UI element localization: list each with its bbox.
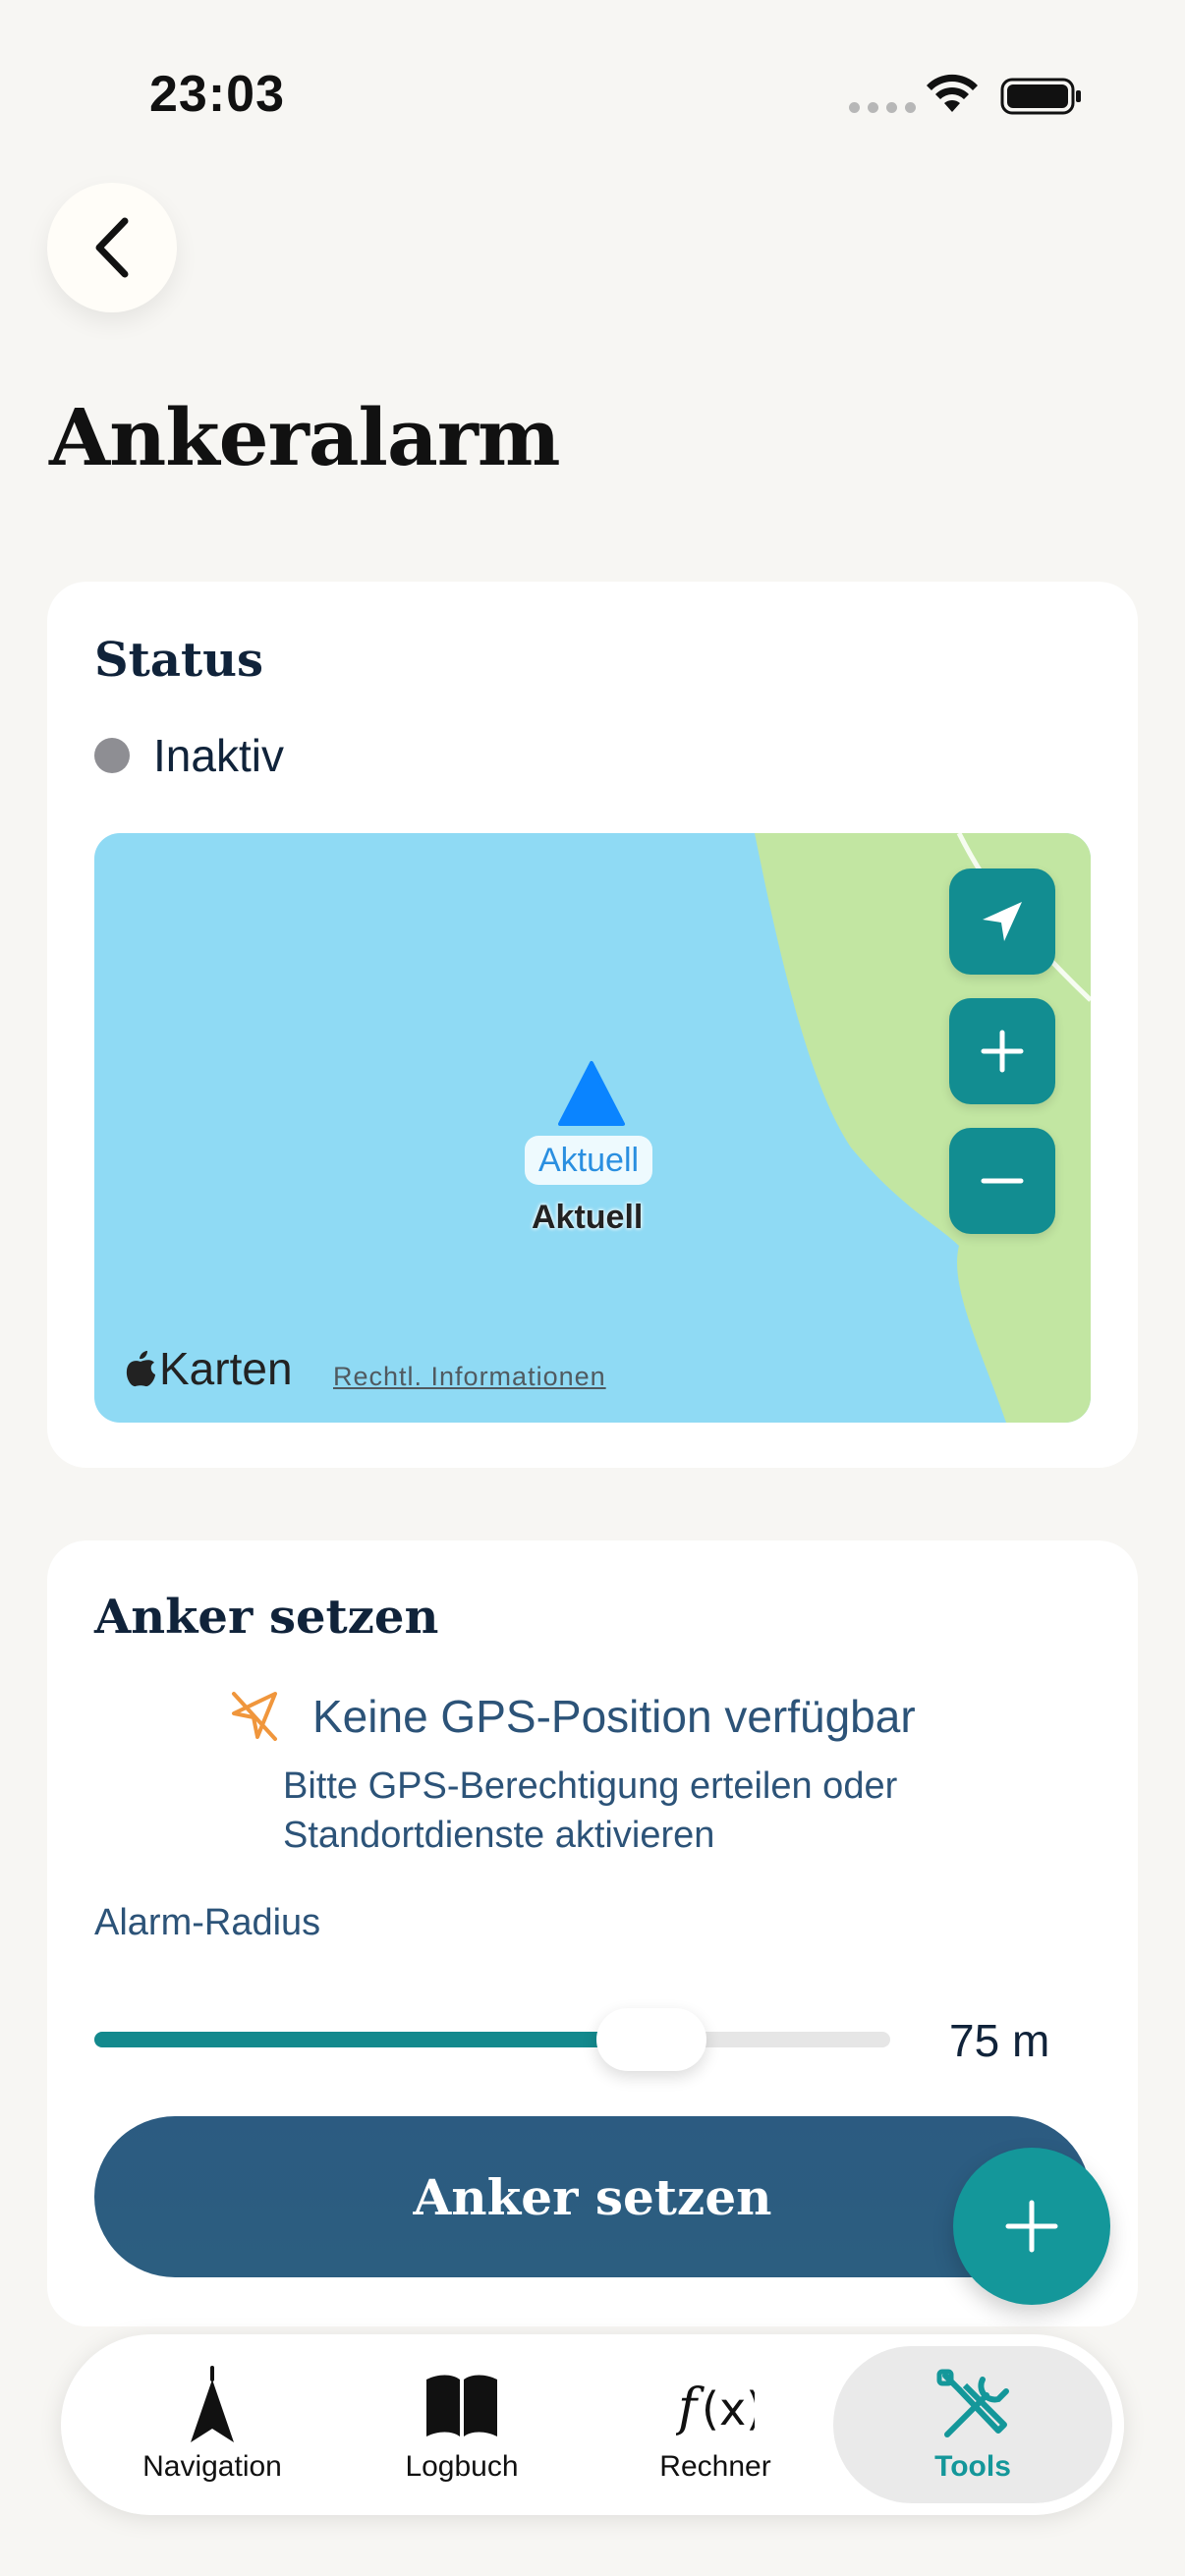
- set-anchor-button[interactable]: Anker setzen: [94, 2116, 1091, 2277]
- maps-attribution-text: Karten: [159, 1343, 293, 1394]
- navigation-arrow-icon: [191, 2366, 234, 2442]
- locate-button[interactable]: [949, 868, 1055, 975]
- tab-navigation-label: Navigation: [142, 2450, 282, 2483]
- back-button[interactable]: [47, 183, 177, 312]
- slider-fill: [94, 2032, 651, 2047]
- tab-tools[interactable]: Tools: [833, 2346, 1112, 2503]
- svg-text:(x): (x): [702, 2382, 755, 2436]
- plus-icon: [1005, 2200, 1058, 2253]
- slider-thumb[interactable]: [596, 2008, 706, 2071]
- tab-calculator-label: Rechner: [659, 2450, 771, 2483]
- page-title: Ankeralarm: [49, 391, 561, 483]
- add-button[interactable]: [953, 2148, 1110, 2305]
- zoom-in-button[interactable]: [949, 998, 1055, 1104]
- cellular-signal-icon: [849, 102, 916, 113]
- location-arrow-icon: [983, 902, 1022, 941]
- legal-info-link[interactable]: Rechtl. Informationen: [333, 1362, 606, 1392]
- tab-logbook-label: Logbuch: [405, 2450, 519, 2483]
- map-view[interactable]: Aktuell Aktuell Karten Rechtl. Informati…: [94, 833, 1091, 1423]
- zoom-out-icon: [981, 1178, 1024, 1184]
- status-text: Inaktiv: [153, 730, 284, 781]
- tab-navigation[interactable]: Navigation: [86, 2334, 338, 2515]
- anchor-card-title: Anker setzen: [94, 1590, 439, 1645]
- gps-warning-text: Bitte GPS-Berechtigung erteilen oder Sta…: [283, 1765, 898, 1856]
- map-land: [755, 833, 1091, 1423]
- status-card: Status Inaktiv Aktuell Aktuell Karten Re…: [47, 582, 1138, 1468]
- status-bar: 23:03: [0, 0, 1185, 147]
- tab-tools-label: Tools: [934, 2450, 1011, 2483]
- status-card-title: Status: [94, 633, 264, 688]
- gps-warning: Keine GPS-Position verfügbar: [226, 1688, 916, 1745]
- wifi-icon: [927, 74, 978, 112]
- chevron-left-icon: [95, 217, 129, 278]
- current-position-marker-icon: [558, 1061, 625, 1126]
- status-time: 23:03: [149, 66, 285, 123]
- marker-name: Aktuell: [532, 1199, 644, 1236]
- book-icon: [426, 2375, 497, 2436]
- svg-text:f: f: [676, 2379, 705, 2437]
- tab-logbook[interactable]: Logbuch: [336, 2334, 588, 2515]
- tools-icon: [936, 2369, 1009, 2437]
- zoom-in-icon: [981, 1030, 1024, 1073]
- status-row: Inaktiv: [94, 729, 284, 782]
- tab-calculator[interactable]: f (x) Rechner: [590, 2334, 841, 2515]
- battery-icon: [1000, 78, 1081, 115]
- gps-warning-title: Keine GPS-Position verfügbar: [312, 1691, 916, 1742]
- status-indicator-dot: [94, 738, 130, 773]
- marker-badge: Aktuell: [525, 1136, 653, 1185]
- apple-logo-icon: [126, 1351, 155, 1387]
- location-slash-icon: [232, 1692, 277, 1741]
- tab-bar: Navigation Logbuch f (x) Rechner Tools: [61, 2334, 1124, 2515]
- function-icon: f (x): [676, 2379, 755, 2437]
- alarm-radius-value: 75 m: [949, 2015, 1050, 2066]
- alarm-radius-label: Alarm-Radius: [94, 1902, 321, 1943]
- maps-attribution: Karten: [124, 1342, 293, 1395]
- zoom-out-button[interactable]: [949, 1128, 1055, 1234]
- alarm-radius-slider[interactable]: [94, 2008, 890, 2071]
